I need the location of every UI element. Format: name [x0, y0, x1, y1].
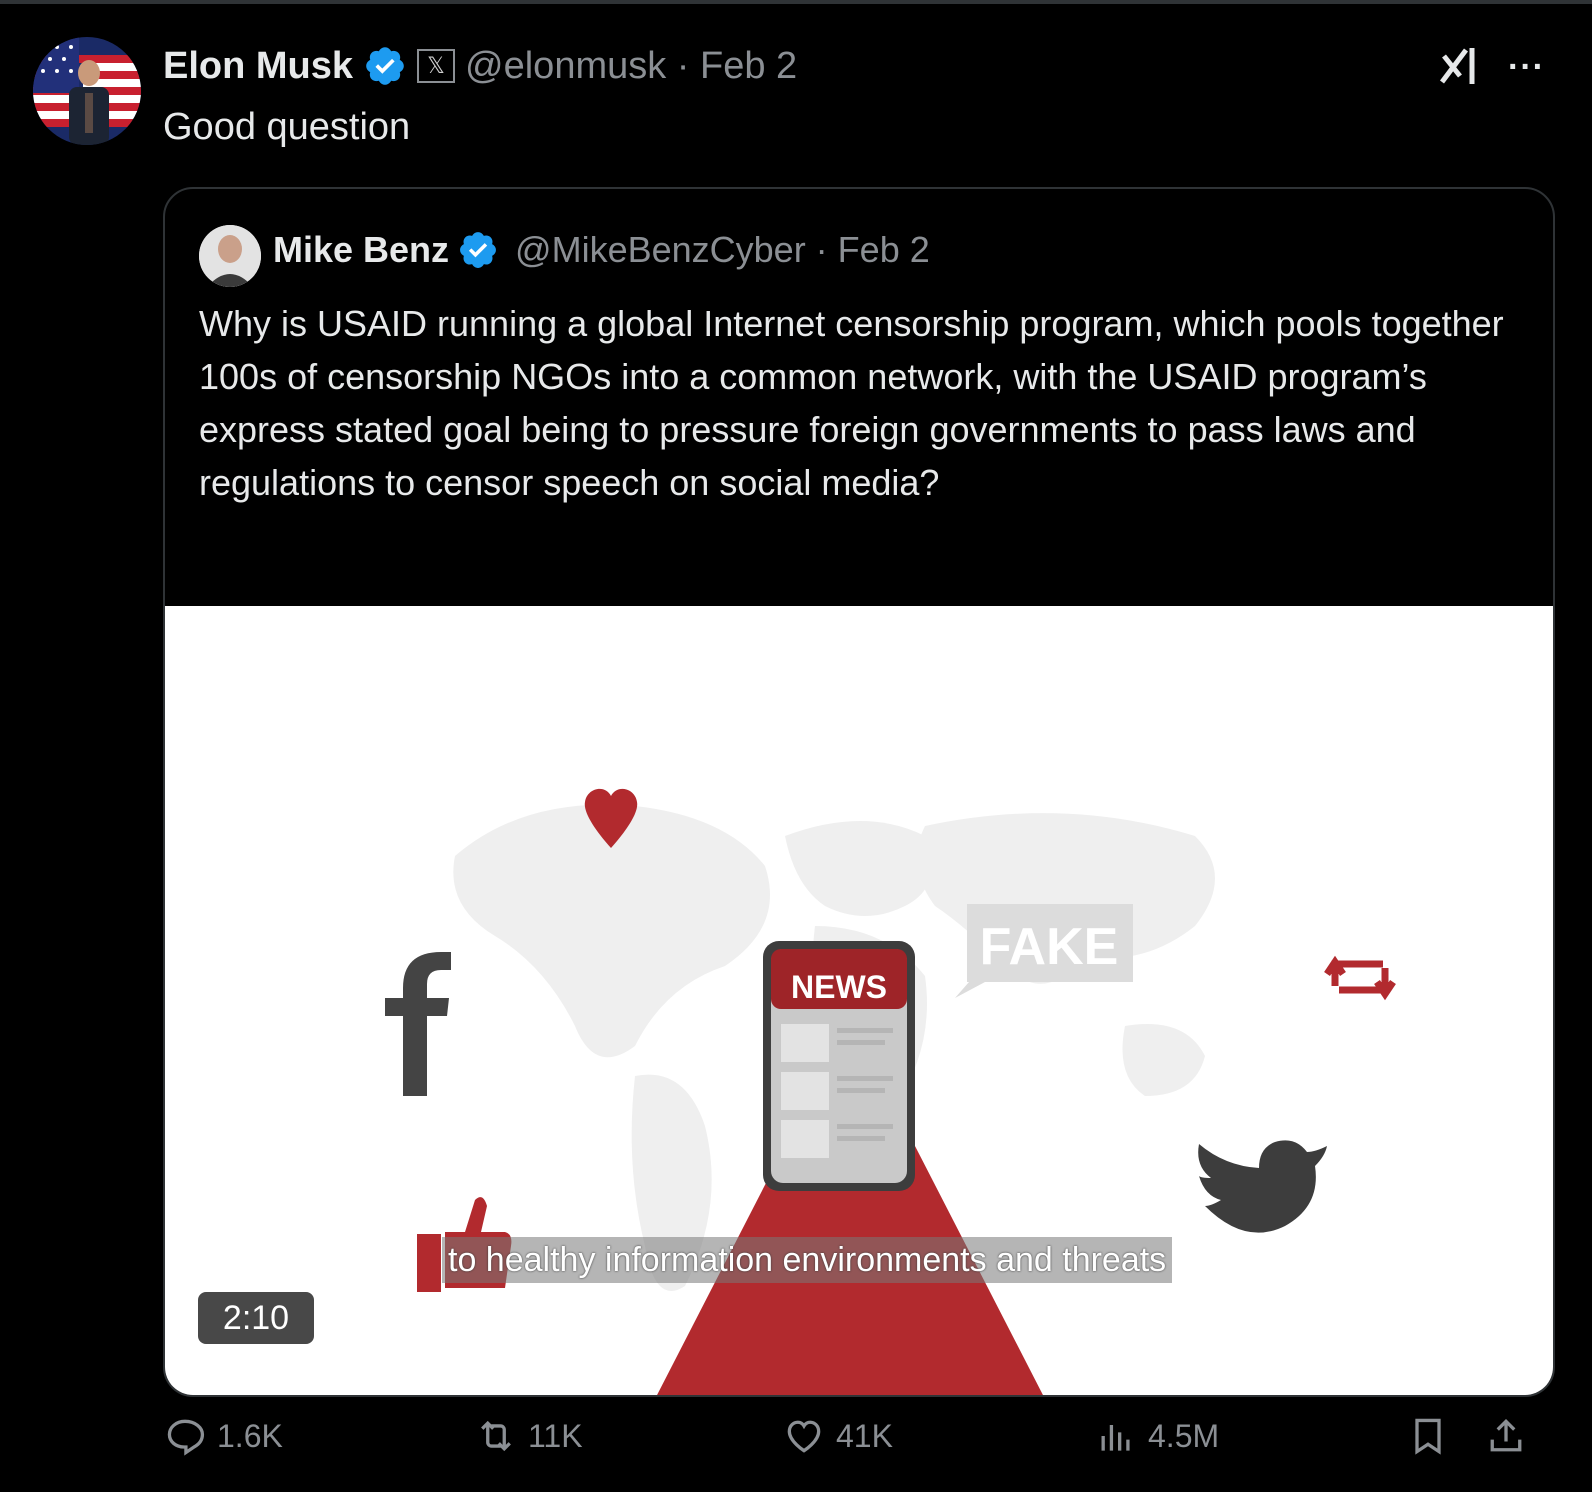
facebook-icon	[385, 952, 451, 1096]
bookmark-icon	[1415, 1418, 1441, 1455]
tweet-header: Elon Musk 𝕏 @elonmusk · Feb 2	[163, 40, 797, 92]
fake-bubble-graphic: FAKE	[955, 904, 1133, 998]
view-count: 4.5M	[1148, 1417, 1220, 1454]
verified-badge-icon	[457, 229, 499, 271]
bookmark-button[interactable]	[1406, 1408, 1450, 1464]
reply-count: 1.6K	[217, 1417, 283, 1454]
author-name[interactable]: Elon Musk	[163, 45, 353, 88]
news-phone-graphic: NEWS	[763, 941, 915, 1191]
top-divider	[0, 0, 1592, 4]
video-duration: 2:10	[198, 1292, 314, 1344]
reply-icon	[167, 1419, 205, 1456]
author-handle-date[interactable]: @elonmusk · Feb 2	[465, 45, 797, 88]
author-avatar[interactable]	[33, 37, 141, 145]
quoted-author-name[interactable]: Mike Benz	[273, 229, 449, 271]
reply-button[interactable]: 1.6K	[163, 1408, 283, 1464]
quoted-author-avatar[interactable]	[199, 225, 261, 287]
bubble-label: FAKE	[980, 918, 1119, 976]
repost-count: 11K	[528, 1417, 583, 1454]
share-icon	[1490, 1418, 1522, 1452]
share-button[interactable]	[1484, 1408, 1528, 1464]
video-player[interactable]: NEWS FAKE to healthy information environ…	[165, 606, 1553, 1395]
verified-badge-icon	[363, 44, 407, 88]
quoted-tweet-header: Mike Benz @MikeBenzCyber · Feb 2	[273, 229, 930, 271]
quoted-tweet-text: Why is USAID running a global Internet c…	[199, 303, 1504, 503]
views-button[interactable]: 4.5M	[1094, 1408, 1219, 1464]
repost-icon	[481, 1420, 511, 1452]
quoted-tweet-card[interactable]: Mike Benz @MikeBenzCyber · Feb 2 Why is …	[163, 187, 1555, 1397]
like-button[interactable]: 41K	[782, 1408, 893, 1464]
like-count: 41K	[836, 1417, 893, 1454]
more-options-icon[interactable]: ···	[1508, 48, 1545, 87]
grok-icon[interactable]	[1436, 42, 1484, 90]
tweet-action-bar: 1.6K 11K 41K 4.5M	[0, 1408, 1592, 1468]
retweet-icon	[1324, 955, 1396, 1001]
quoted-author-handle-date[interactable]: @MikeBenzCyber · Feb 2	[515, 229, 930, 271]
repost-button[interactable]: 11K	[474, 1408, 583, 1464]
heart-outline-icon	[787, 1420, 821, 1453]
phone-label: NEWS	[791, 969, 887, 1005]
affiliate-x-badge-icon: 𝕏	[417, 49, 456, 83]
twitter-bird-icon	[1198, 1140, 1327, 1233]
analytics-icon	[1101, 1425, 1130, 1451]
video-caption: to healthy information environments and …	[442, 1237, 1173, 1283]
tweet-text: Good question	[163, 106, 411, 148]
